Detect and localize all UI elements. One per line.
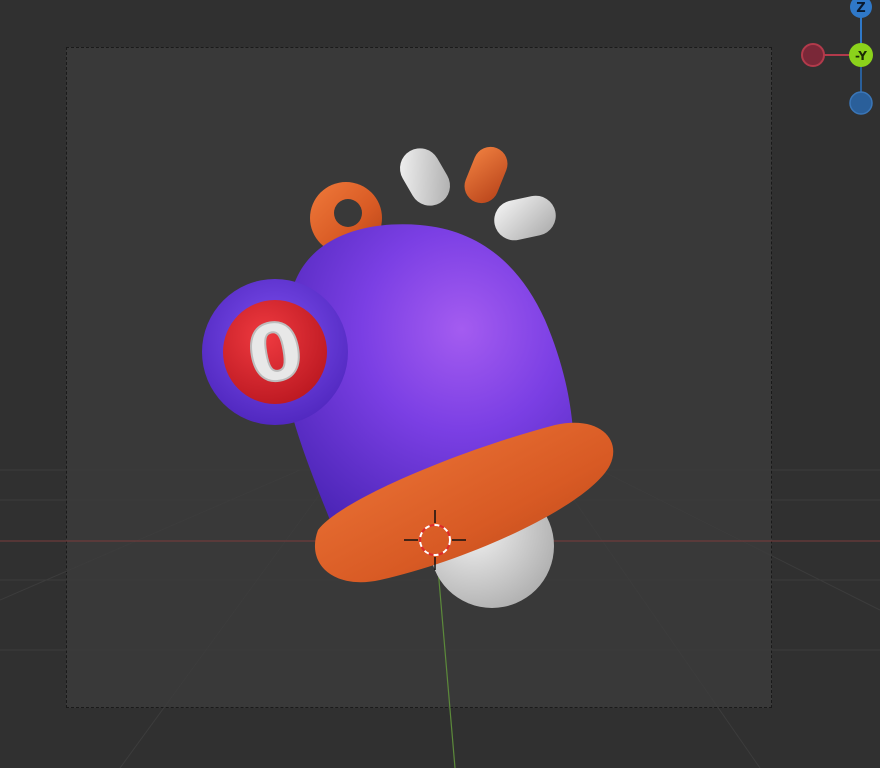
spark-pill-middle [464,146,508,204]
notification-badge: 0 [202,279,348,425]
bell-icon[interactable]: 0 [202,141,614,608]
spark-pill-left [400,148,450,206]
gizmo-axis-neg-y[interactable]: -Y [849,43,873,67]
svg-text:-Y: -Y [855,49,867,63]
scene-canvas[interactable]: 0 [0,0,880,768]
gizmo-axis-neg-z[interactable] [849,91,873,115]
viewport[interactable]: 0 Z -Y [0,0,880,768]
gizmo-axis-neg-x[interactable] [801,43,825,67]
navigation-gizmo[interactable]: Z -Y [796,0,880,120]
spark-pill-right [494,195,556,241]
gizmo-axis-z[interactable]: Z [850,0,872,18]
svg-text:Z: Z [856,1,865,16]
